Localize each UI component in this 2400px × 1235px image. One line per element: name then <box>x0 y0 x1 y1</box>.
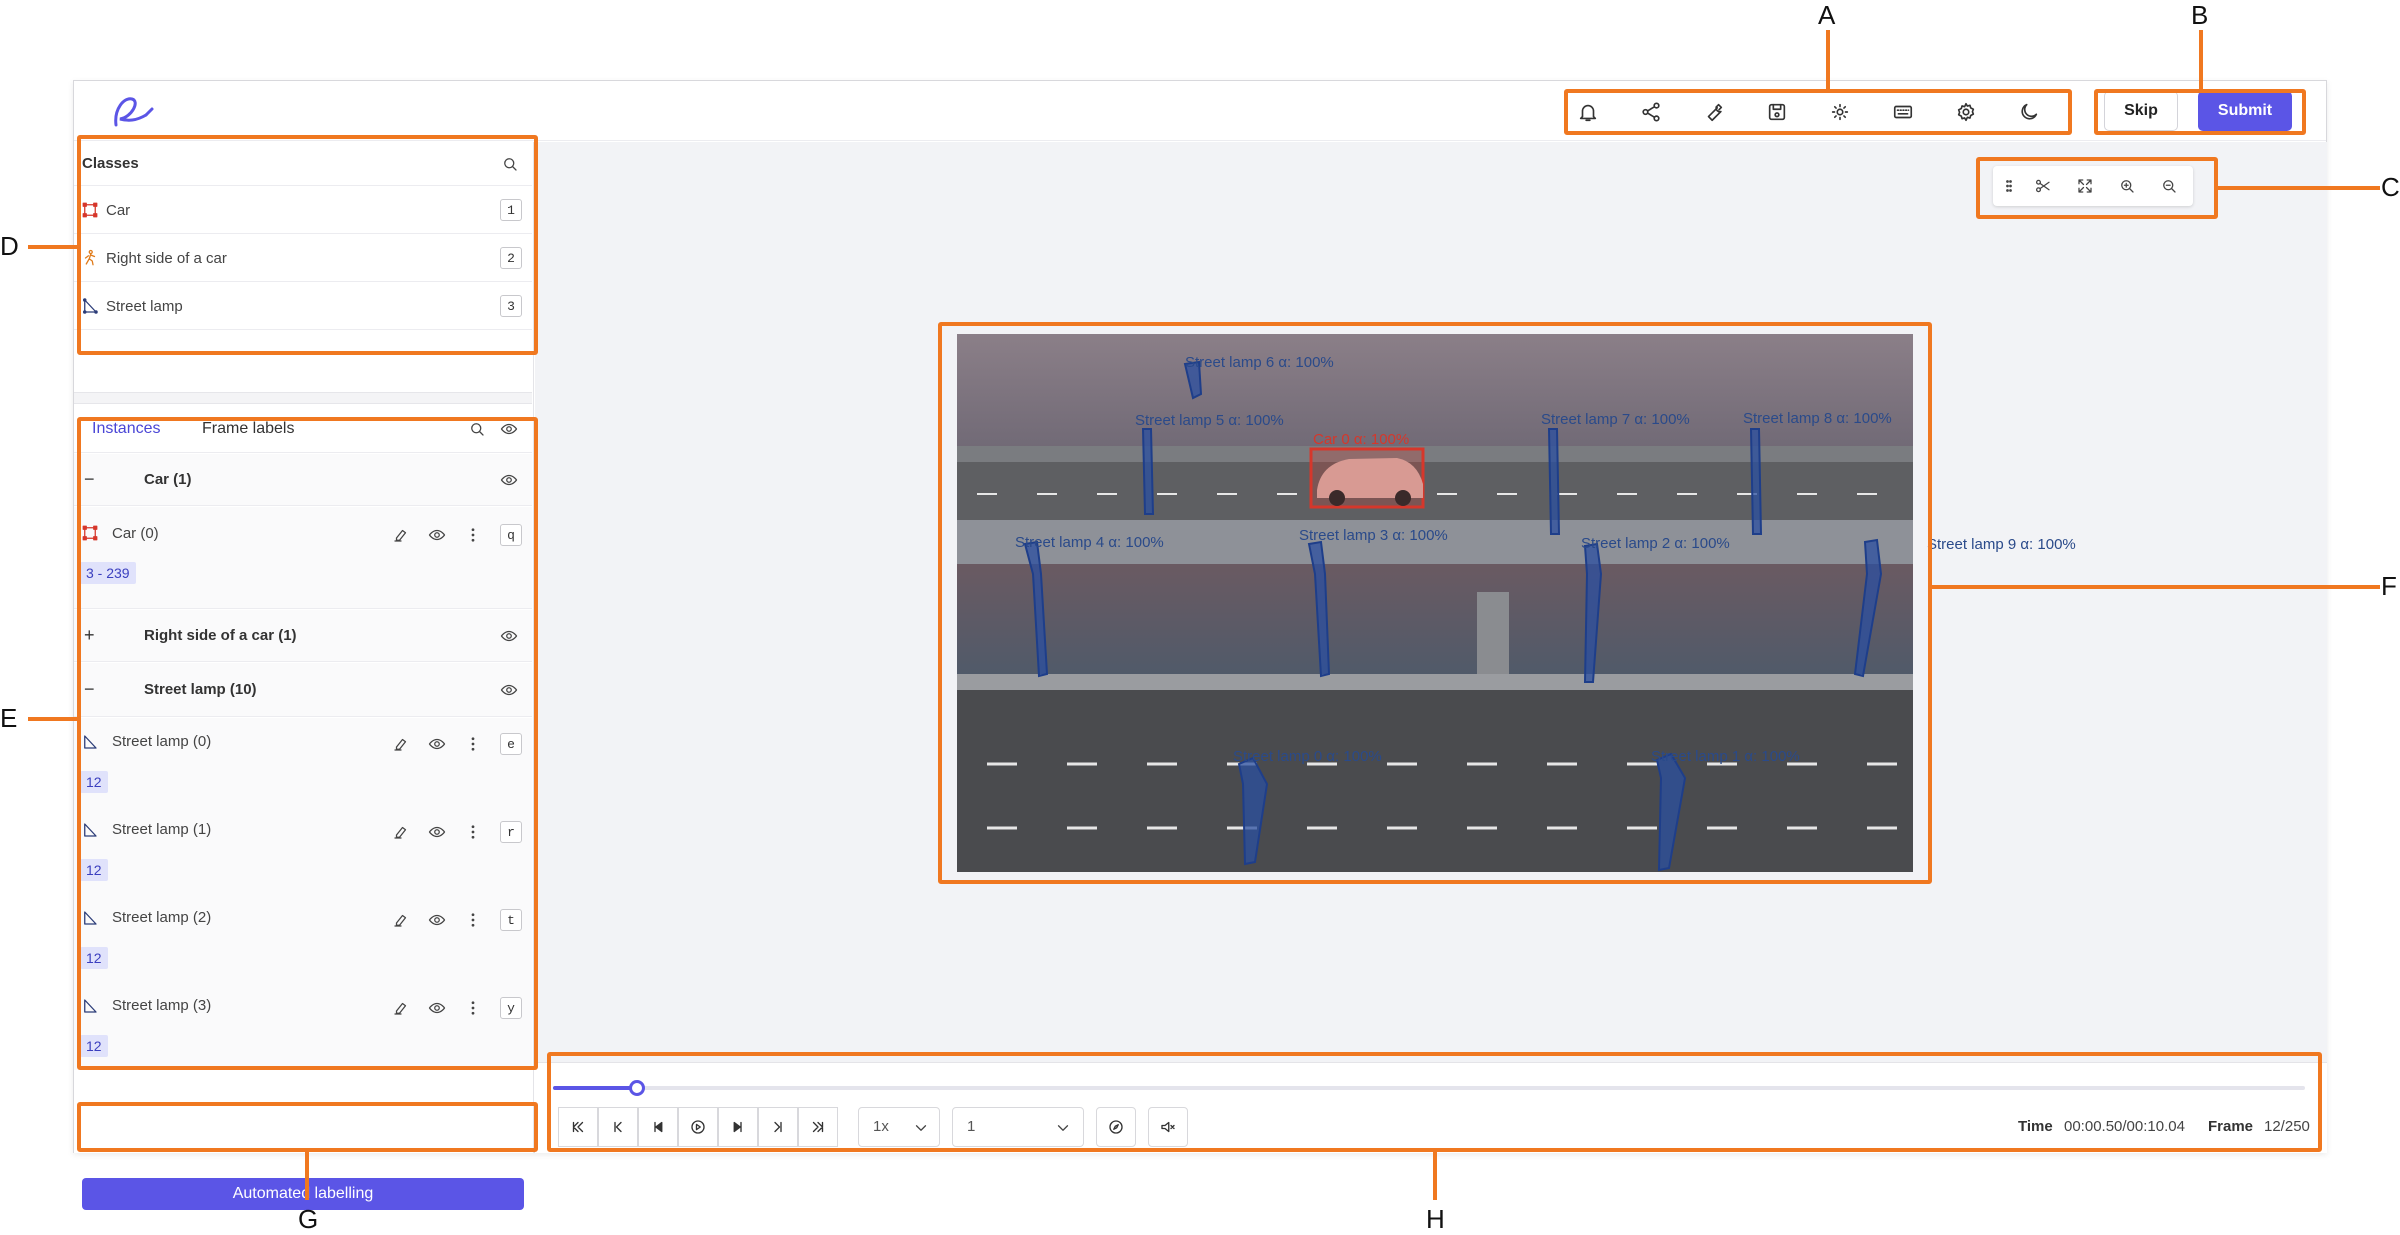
annotation-label: Street lamp 9 α: 100% <box>1927 536 2076 553</box>
callout-line-h <box>1433 1152 1437 1200</box>
callout-label-g: G <box>298 1204 319 1234</box>
callout-label-b: B <box>2191 0 2209 30</box>
callout-line-d <box>28 245 78 249</box>
callout-line-c <box>2218 186 2380 190</box>
logo-icon <box>110 91 158 131</box>
callout-line-g <box>305 1152 309 1200</box>
callout-label-d: D <box>0 231 19 261</box>
callout-box-g <box>77 1102 538 1152</box>
callout-box-b <box>2094 89 2306 135</box>
callout-box-a <box>1564 89 2072 135</box>
callout-label-c: C <box>2381 172 2400 202</box>
callout-line-a <box>1826 30 1830 90</box>
callout-box-f <box>938 322 1932 884</box>
panel-divider <box>74 392 532 404</box>
callout-box-d <box>77 135 538 355</box>
callout-box-c <box>1976 157 2218 219</box>
callout-label-h: H <box>1426 1204 1445 1234</box>
callout-label-a: A <box>1818 0 1836 30</box>
callout-box-e <box>77 417 538 1070</box>
callout-line-f <box>1932 585 2380 589</box>
callout-box-h <box>547 1052 2322 1152</box>
callout-line-b <box>2199 30 2203 90</box>
callout-line-e <box>28 717 78 721</box>
callout-label-f: F <box>2381 571 2397 601</box>
callout-label-e: E <box>0 703 18 733</box>
